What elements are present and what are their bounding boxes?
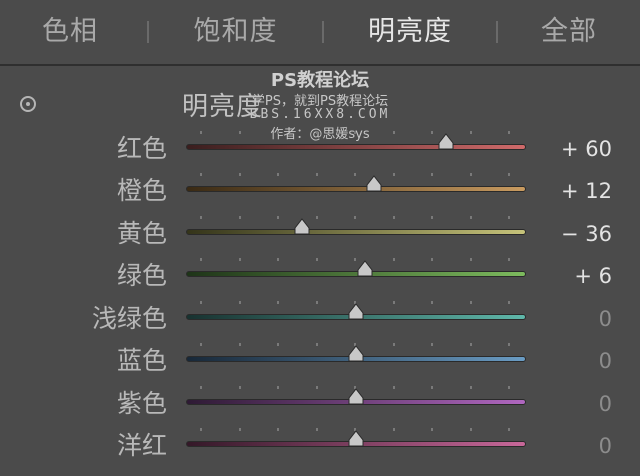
slider-track-red[interactable] — [186, 144, 526, 150]
slider-thumb-magenta[interactable] — [346, 429, 366, 449]
slider-thumb-purple[interactable] — [346, 387, 366, 407]
slider-ticks — [200, 173, 510, 177]
target-adjust-icon[interactable] — [20, 96, 36, 112]
slider-label-green: 绿色 — [116, 261, 167, 290]
slider-thumb-yellow[interactable] — [292, 217, 312, 237]
slider-row-red: 红色 + 60 — [0, 127, 640, 171]
slider-value-aqua[interactable]: 0 — [599, 297, 612, 341]
slider-thumb-orange[interactable] — [364, 174, 384, 194]
tab-luminance[interactable]: 明亮度 — [324, 0, 496, 65]
slider-thumb-green[interactable] — [355, 259, 375, 279]
slider-thumb-red[interactable] — [436, 132, 456, 152]
slider-value-red[interactable]: + 60 — [561, 127, 612, 171]
slider-row-blue: 蓝色 0 — [0, 339, 640, 383]
slider-row-magenta: 洋红 0 — [0, 424, 640, 468]
watermark-url: BBS.16XX8.COM — [249, 107, 391, 122]
slider-row-green: 绿色 + 6 — [0, 254, 640, 298]
hsl-tab-bar: 色相 饱和度 明亮度 全部 — [0, 0, 640, 66]
slider-value-green[interactable]: + 6 — [574, 254, 612, 298]
slider-value-orange[interactable]: + 12 — [561, 169, 612, 213]
slider-value-magenta[interactable]: 0 — [599, 424, 612, 468]
slider-thumb-blue[interactable] — [346, 344, 366, 364]
slider-row-orange: 橙色 + 12 — [0, 169, 640, 213]
slider-label-yellow: 黄色 — [116, 219, 167, 248]
slider-label-blue: 蓝色 — [116, 346, 167, 375]
slider-label-red: 红色 — [116, 134, 167, 163]
slider-value-blue[interactable]: 0 — [599, 339, 612, 383]
slider-track-orange[interactable] — [186, 186, 526, 192]
hsl-panel: 色相 饱和度 明亮度 全部 PS教程论坛 学PS，就到PS教程论坛 BBS.16… — [0, 0, 640, 476]
slider-label-aqua: 浅绿色 — [91, 304, 167, 333]
slider-value-yellow[interactable]: − 36 — [561, 212, 612, 256]
slider-label-magenta: 洋红 — [116, 431, 167, 460]
slider-value-purple[interactable]: 0 — [599, 382, 612, 426]
slider-label-purple: 紫色 — [116, 389, 167, 418]
tab-all[interactable]: 全部 — [498, 0, 640, 65]
slider-track-yellow[interactable] — [186, 229, 526, 235]
slider-row-yellow: 黄色 − 36 — [0, 212, 640, 256]
slider-row-purple: 紫色 0 — [0, 382, 640, 426]
slider-ticks — [200, 216, 510, 220]
slider-ticks — [200, 131, 510, 135]
section-title: 明亮度 — [182, 92, 264, 122]
slider-label-orange: 橙色 — [116, 176, 167, 205]
watermark-title: PS教程论坛 — [270, 70, 370, 91]
slider-thumb-aqua[interactable] — [346, 302, 366, 322]
tab-hue[interactable]: 色相 — [0, 0, 147, 65]
slider-row-aqua: 浅绿色 0 — [0, 297, 640, 341]
tab-saturation[interactable]: 饱和度 — [149, 0, 322, 65]
